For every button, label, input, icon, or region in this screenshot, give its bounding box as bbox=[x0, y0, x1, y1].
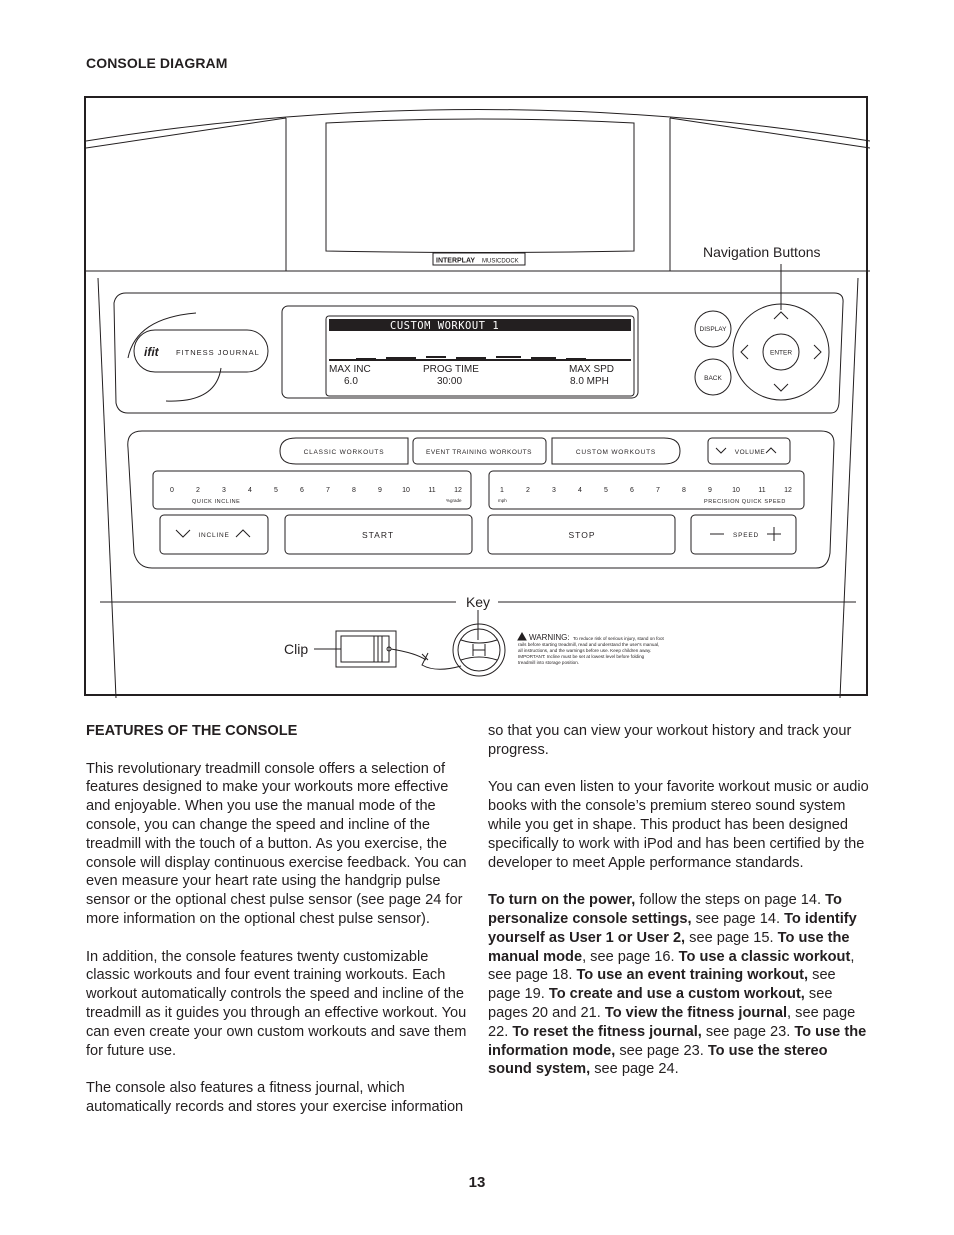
instruction-topic: To use an event training workout, bbox=[576, 967, 809, 984]
features-column-right: so that you can view your workout histor… bbox=[488, 722, 872, 1098]
speed-keys: 1 2 3 4 5 6 7 8 9 10 11 12 bbox=[500, 487, 792, 494]
lcd-label-max-inc: MAX INC bbox=[329, 364, 371, 375]
quick-incline-key[interactable]: 6 bbox=[300, 487, 304, 494]
quick-speed-key[interactable]: 1 bbox=[500, 487, 504, 494]
quick-incline-key[interactable]: 2 bbox=[196, 487, 200, 494]
incline-down-icon bbox=[175, 529, 191, 538]
custom-workouts-label: CUSTOM WORKOUTS bbox=[576, 449, 656, 456]
features-paragraph: In addition, the console features twenty… bbox=[86, 948, 467, 1059]
enter-label: ENTER bbox=[770, 350, 792, 357]
quick-incline-key[interactable]: 5 bbox=[274, 487, 278, 494]
warning-line: IMPORTANT: Incline must be set at lowest… bbox=[518, 654, 645, 659]
speed-label: SPEED bbox=[733, 532, 759, 539]
diagram-title: CONSOLE DIAGRAM bbox=[86, 55, 228, 71]
ifit-logo: ifit bbox=[144, 345, 160, 359]
quick-incline-caption: QUICK INCLINE bbox=[192, 499, 240, 505]
warning-line: rails before starting treadmill, read an… bbox=[518, 642, 659, 647]
incline-unit: %grade bbox=[446, 498, 462, 503]
journal-arc-bottom bbox=[165, 367, 222, 402]
features-paragraph: so that you can view your workout histor… bbox=[488, 723, 852, 758]
nav-right-icon bbox=[813, 344, 822, 360]
quick-incline-key[interactable]: 10 bbox=[402, 487, 410, 494]
quick-incline-key[interactable]: 9 bbox=[378, 487, 382, 494]
speed-unit: mph bbox=[498, 498, 507, 503]
quick-incline-key[interactable]: 3 bbox=[222, 487, 226, 494]
speed-plus-icon bbox=[767, 527, 781, 541]
volume-up-icon bbox=[765, 447, 777, 454]
lcd-title: CUSTOM WORKOUT 1 bbox=[390, 320, 499, 332]
features-heading: FEATURES OF THE CONSOLE bbox=[86, 723, 298, 739]
fitness-journal-label: FITNESS JOURNAL bbox=[176, 348, 260, 357]
instruction-topic: To turn on the power, bbox=[488, 892, 636, 909]
key-callout: Key bbox=[466, 594, 490, 610]
back-label: BACK bbox=[704, 375, 722, 382]
classic-workouts-label: CLASSIC WORKOUTS bbox=[304, 449, 385, 456]
quick-speed-key[interactable]: 3 bbox=[552, 487, 556, 494]
instruction-topic: To reset the fitness journal, bbox=[512, 1023, 702, 1040]
incline-label: INCLINE bbox=[198, 532, 229, 539]
navigation-buttons-callout: Navigation Buttons bbox=[703, 244, 821, 260]
quick-incline-key[interactable]: 11 bbox=[428, 487, 435, 494]
instruction-topic: To view the fitness journal bbox=[604, 1004, 788, 1021]
volume-down-icon bbox=[715, 447, 727, 454]
console-top-edge bbox=[86, 109, 870, 142]
quick-speed-key[interactable]: 9 bbox=[708, 487, 712, 494]
dock-brand: INTERPLAY bbox=[436, 258, 475, 265]
features-column-left: FEATURES OF THE CONSOLE This revolutiona… bbox=[86, 722, 468, 1136]
music-dock-frame bbox=[285, 118, 671, 271]
features-paragraph: This revolutionary treadmill console off… bbox=[86, 760, 467, 927]
lanyard-cord bbox=[390, 648, 462, 670]
warning-line: To reduce risk of serious injury, stand … bbox=[573, 636, 665, 641]
lcd-value-prog-time: 30:00 bbox=[437, 376, 462, 387]
console-illustration: INTERPLAY MUSICDOCK ifit FITNESS JOURNAL… bbox=[86, 109, 870, 698]
quick-speed-key[interactable]: 4 bbox=[578, 487, 582, 494]
key-icon bbox=[460, 639, 498, 661]
lcd-value-max-spd: 8.0 MPH bbox=[570, 376, 609, 387]
event-training-label: EVENT TRAINING WORKOUTS bbox=[426, 449, 532, 456]
lcd-label-prog-time: PROG TIME bbox=[423, 364, 479, 375]
start-label: START bbox=[362, 530, 394, 540]
quick-incline-key[interactable]: 8 bbox=[352, 487, 356, 494]
console-diagram: INTERPLAY MUSICDOCK ifit FITNESS JOURNAL… bbox=[84, 96, 870, 698]
nav-left-icon bbox=[740, 344, 749, 360]
quick-speed-key[interactable]: 5 bbox=[604, 487, 608, 494]
dock-subtitle: MUSICDOCK bbox=[482, 259, 519, 265]
quick-speed-key[interactable]: 6 bbox=[630, 487, 634, 494]
console-top-edge-inner bbox=[86, 117, 287, 149]
instructions-paragraph: To turn on the power, follow the steps o… bbox=[488, 892, 867, 1078]
quick-speed-key[interactable]: 12 bbox=[784, 487, 792, 494]
warning-line: all instructions, and the warnings befor… bbox=[518, 648, 651, 653]
features-paragraph: The console also features a fitness jour… bbox=[86, 1080, 464, 1115]
quick-speed-key[interactable]: 11 bbox=[758, 487, 765, 494]
nav-up-icon bbox=[773, 311, 789, 320]
quick-speed-key[interactable]: 8 bbox=[682, 487, 686, 494]
warning-heading: WARNING: bbox=[529, 633, 570, 642]
volume-label: VOLUME bbox=[735, 449, 766, 456]
music-dock-window bbox=[325, 118, 635, 253]
lcd-label-max-spd: MAX SPD bbox=[569, 364, 614, 375]
quick-speed-key[interactable]: 2 bbox=[526, 487, 530, 494]
warning-line: treadmill into storage position. bbox=[518, 660, 579, 665]
quick-speed-key[interactable]: 7 bbox=[656, 487, 660, 494]
clip-callout: Clip bbox=[284, 641, 308, 657]
nav-down-icon bbox=[773, 383, 789, 392]
quick-incline-key[interactable]: 4 bbox=[248, 487, 252, 494]
incline-keys: 0 2 3 4 5 6 7 8 9 10 11 12 bbox=[170, 487, 462, 494]
quick-incline-key[interactable]: 12 bbox=[454, 487, 462, 494]
instruction-topic: To create and use a custom workout, bbox=[548, 986, 805, 1003]
features-paragraph: You can even listen to your favorite wor… bbox=[488, 779, 869, 871]
instruction-topic: To use a classic workout bbox=[678, 948, 851, 965]
page-number: 13 bbox=[468, 1174, 486, 1191]
quick-incline-key[interactable]: 7 bbox=[326, 487, 330, 494]
incline-up-icon bbox=[235, 529, 251, 538]
lcd-value-max-inc: 6.0 bbox=[344, 376, 358, 387]
warning-icon bbox=[517, 631, 527, 641]
precision-quick-speed-caption: PRECISION QUICK SPEED bbox=[704, 499, 786, 505]
quick-speed-key[interactable]: 10 bbox=[732, 487, 740, 494]
quick-incline-key[interactable]: 0 bbox=[170, 487, 174, 494]
stop-label: STOP bbox=[569, 530, 596, 540]
display-label: DISPLAY bbox=[700, 326, 728, 333]
